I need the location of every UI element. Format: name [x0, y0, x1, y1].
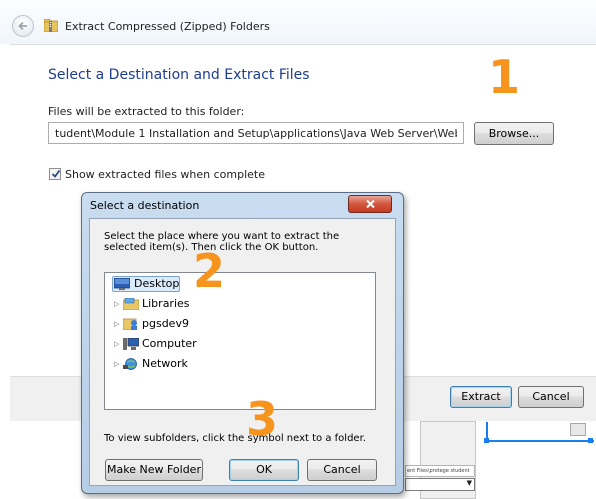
step-annotation-1: 1 [488, 50, 521, 104]
cancel-button[interactable]: Cancel [518, 386, 584, 408]
edit-icon [570, 423, 586, 436]
back-arrow-icon [18, 21, 27, 31]
browse-button[interactable]: Browse... [474, 122, 554, 145]
back-button[interactable] [12, 15, 34, 37]
tree-item-network[interactable]: ▷ Network [114, 356, 214, 372]
tree-item-computer[interactable]: ▷ Computer [114, 336, 214, 352]
dialog-instructions: Select the place where you want to extra… [104, 231, 340, 253]
desktop-icon [114, 278, 130, 290]
tree-item-label: Libraries [142, 297, 190, 310]
dialog-close-button[interactable] [348, 195, 392, 213]
window-title: Extract Compressed (Zipped) Folders [65, 20, 270, 33]
show-files-checkbox[interactable] [49, 168, 61, 180]
step-annotation-2: 2 [193, 244, 226, 298]
checkmark-icon [51, 169, 61, 178]
expand-arrow-icon[interactable]: ▷ [114, 356, 119, 372]
page-heading: Select a Destination and Extract Files [48, 67, 310, 83]
user-folder-icon [123, 318, 137, 330]
selection-outline [486, 440, 594, 442]
subfolder-hint: To view subfolders, click the symbol nex… [104, 433, 366, 444]
make-new-folder-button[interactable]: Make New Folder [105, 459, 203, 481]
dialog-cancel-button[interactable]: Cancel [307, 459, 377, 481]
step-annotation-3: 3 [246, 392, 279, 446]
selection-handle [484, 438, 489, 443]
expand-arrow-icon[interactable]: ▷ [114, 336, 119, 352]
tree-item-label: Computer [142, 337, 197, 350]
destination-label: Files will be extracted to this folder: [48, 105, 245, 118]
tree-item-desktop[interactable]: Desktop [110, 276, 182, 292]
tree-item-libraries[interactable]: ▷ Libraries [114, 296, 214, 312]
destination-path-input[interactable] [48, 122, 464, 144]
tree-item-label: Desktop [134, 277, 180, 290]
dialog-title: Select a destination [90, 199, 200, 212]
computer-icon [123, 338, 139, 350]
background-path-field: ent Files\protege student [405, 465, 475, 477]
libraries-icon [123, 298, 139, 310]
dropdown-arrow-icon: ▼ [466, 479, 472, 487]
close-icon [366, 199, 375, 209]
selection-handle [588, 438, 593, 443]
expand-arrow-icon[interactable]: ▷ [114, 296, 119, 312]
extract-button[interactable]: Extract [450, 386, 512, 408]
ok-button[interactable]: OK [229, 459, 299, 481]
zip-folder-icon [44, 19, 58, 32]
background-dropdown: ▼ [405, 478, 475, 491]
tree-item-label: pgsdev9 [142, 317, 189, 330]
show-files-label[interactable]: Show extracted files when complete [65, 168, 265, 181]
network-icon [123, 358, 137, 370]
tree-item-label: Network [142, 357, 188, 370]
expand-arrow-icon[interactable]: ▷ [114, 316, 119, 332]
tree-item-pgsdev9[interactable]: ▷ pgsdev9 [114, 316, 214, 332]
